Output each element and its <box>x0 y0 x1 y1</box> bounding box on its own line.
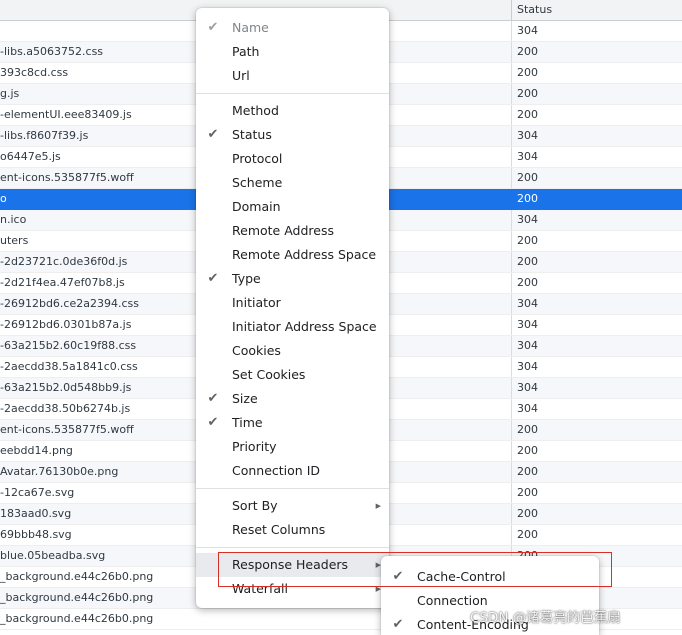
status-cell: 304 <box>511 126 682 146</box>
menu-separator <box>196 488 389 489</box>
menu-item-label: Status <box>232 127 272 142</box>
status-cell: 304 <box>511 294 682 314</box>
watermark: CSDN @诸葛亮的芭蕉扇 <box>470 610 621 626</box>
status-cell: 200 <box>511 273 682 293</box>
status-cell: 304 <box>511 336 682 356</box>
column-context-menu: ✔ Name Path Url Method ✔ Status Protocol Scheme D… <box>196 8 389 608</box>
menu-item-label: Cookies <box>232 343 281 358</box>
menu-item-label: Scheme <box>232 175 283 190</box>
menu-item-label: Priority <box>232 439 277 454</box>
annotation-highlight-box <box>218 552 612 587</box>
menu-item-status[interactable]: ✔ Status <box>196 123 389 147</box>
menu-item-label: Remote Address Space <box>232 247 377 262</box>
status-cell: 304 <box>511 357 682 377</box>
status-column-header[interactable]: Status <box>511 0 682 21</box>
menu-item-label: Path <box>232 44 260 59</box>
menu-item-label: Remote Address <box>232 223 334 238</box>
checkmark-icon: ✔ <box>207 415 219 430</box>
menu-item-type[interactable]: ✔ Type <box>196 267 389 291</box>
status-cell: 200 <box>511 189 682 209</box>
menu-item-size[interactable]: ✔ Size <box>196 387 389 411</box>
status-cell: 200 <box>511 168 682 188</box>
menu-item-set-cookies[interactable]: Set Cookies <box>196 363 389 387</box>
menu-item-cookies[interactable]: Cookies <box>196 339 389 363</box>
status-cell: 200 <box>511 420 682 440</box>
status-cell: 304 <box>511 21 682 41</box>
menu-item-path[interactable]: Path <box>196 40 389 64</box>
status-cell: 200 <box>511 105 682 125</box>
status-cell: 304 <box>511 399 682 419</box>
menu-item-label: Initiator <box>232 295 281 310</box>
menu-item-label: Type <box>232 271 261 286</box>
menu-item-label: Size <box>232 391 258 406</box>
menu-item-reset-columns[interactable]: Reset Columns <box>196 518 389 542</box>
menu-item-remote-address-space[interactable]: Remote Address Space <box>196 243 389 267</box>
menu-item-scheme[interactable]: Scheme <box>196 171 389 195</box>
menu-item-label: Name <box>232 20 269 35</box>
menu-item-label: Connection ID <box>232 463 321 478</box>
menu-separator <box>196 547 389 548</box>
menu-item-label: Set Cookies <box>232 367 306 382</box>
status-cell: 304 <box>511 147 682 167</box>
status-cell: 200 <box>511 441 682 461</box>
menu-item-label: Method <box>232 103 279 118</box>
status-cell: 200 <box>511 63 682 83</box>
status-cell: 304 <box>511 378 682 398</box>
menu-item-sort-by[interactable]: Sort By ▶ <box>196 494 389 518</box>
menu-item-label: Initiator Address Space <box>232 319 377 334</box>
triangle-right-icon: ▶ <box>375 502 381 510</box>
checkmark-icon: ✔ <box>207 271 219 286</box>
menu-item-remote-address[interactable]: Remote Address <box>196 219 389 243</box>
status-cell: 304 <box>511 315 682 335</box>
menu-item-connection-id[interactable]: Connection ID <box>196 459 389 483</box>
status-cell: 304 <box>511 210 682 230</box>
checkmark-icon: ✔ <box>207 127 219 142</box>
status-cell: 200 <box>511 504 682 524</box>
checkmark-icon: ✔ <box>392 617 404 632</box>
menu-item-initiator[interactable]: Initiator <box>196 291 389 315</box>
menu-item-time[interactable]: ✔ Time <box>196 411 389 435</box>
status-cell: 200 <box>511 231 682 251</box>
menu-item-label: Time <box>232 415 263 430</box>
menu-item-domain[interactable]: Domain <box>196 195 389 219</box>
status-cell: 200 <box>511 483 682 503</box>
menu-item-label: Protocol <box>232 151 283 166</box>
menu-item-method[interactable]: Method <box>196 99 389 123</box>
menu-item-protocol[interactable]: Protocol <box>196 147 389 171</box>
menu-item-initiator-address-space[interactable]: Initiator Address Space <box>196 315 389 339</box>
status-cell: 200 <box>511 252 682 272</box>
menu-item-name: ✔ Name <box>196 16 389 40</box>
menu-item-label: Url <box>232 68 250 83</box>
checkmark-icon: ✔ <box>207 20 219 35</box>
status-cell: 200 <box>511 42 682 62</box>
menu-item-label: Reset Columns <box>232 522 326 537</box>
menu-item-label: Sort By <box>232 498 278 513</box>
status-cell: 200 <box>511 525 682 545</box>
menu-item-url[interactable]: Url <box>196 64 389 88</box>
menu-item-priority[interactable]: Priority <box>196 435 389 459</box>
checkmark-icon: ✔ <box>207 391 219 406</box>
status-cell: 200 <box>511 462 682 482</box>
menu-separator <box>196 93 389 94</box>
status-cell: 200 <box>511 84 682 104</box>
menu-item-label: Domain <box>232 199 281 214</box>
